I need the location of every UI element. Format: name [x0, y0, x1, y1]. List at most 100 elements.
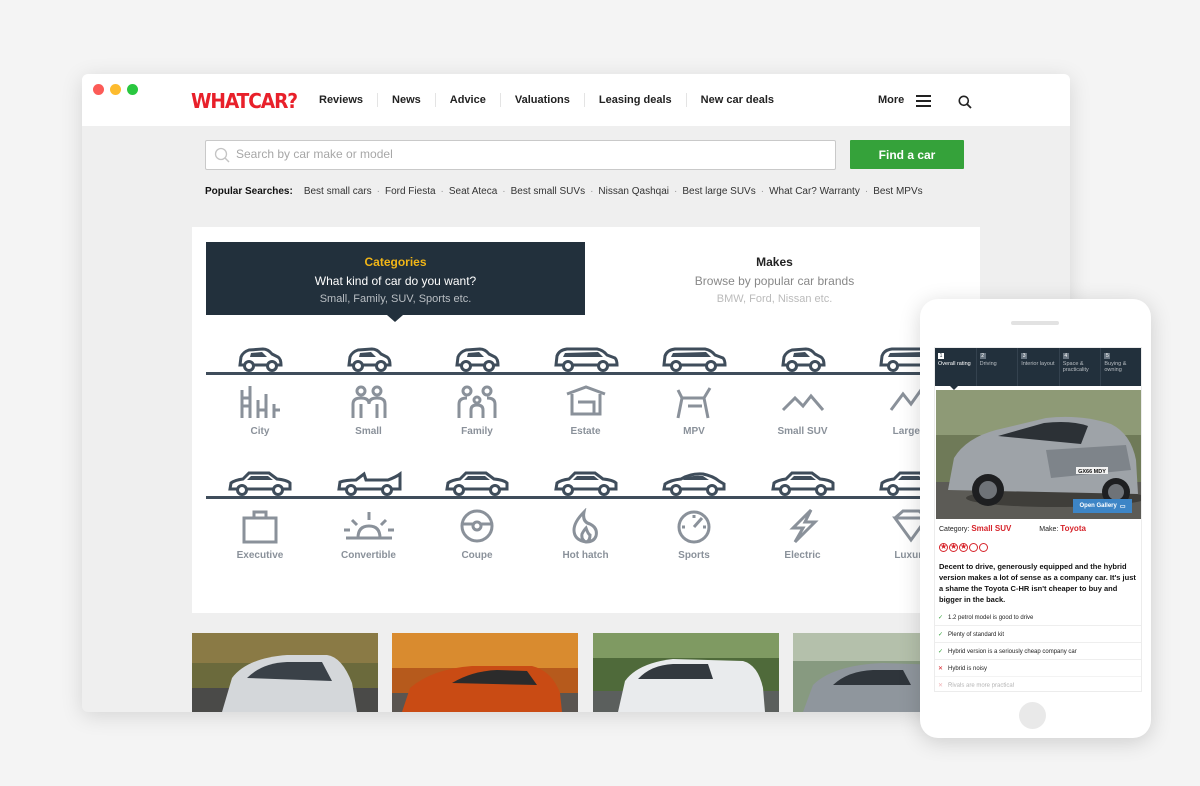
star-filled-icon — [939, 542, 948, 552]
makes-tab-subtitle: Browse by popular car brands — [694, 274, 855, 288]
star-filled-icon — [949, 542, 958, 552]
make-label: Make: — [1039, 526, 1059, 533]
check-icon: ✓ — [938, 649, 944, 655]
star-empty-icon — [969, 543, 978, 552]
category-label: Executive — [236, 550, 284, 561]
tab-categories[interactable]: Categories What kind of car do you want?… — [206, 242, 585, 322]
category-label: Small SUV — [777, 426, 828, 437]
car-silhouette-icon — [661, 468, 727, 501]
search-icon[interactable] — [958, 95, 972, 109]
window-controls — [93, 84, 138, 95]
tab-number: 3 — [1021, 353, 1028, 359]
maximize-dot[interactable] — [127, 84, 138, 95]
nav-news[interactable]: News — [377, 93, 435, 107]
popular-search-link[interactable]: Best MPVs — [868, 186, 927, 197]
category-link[interactable]: Small SUV — [971, 524, 1011, 533]
nav-new-car-deals[interactable]: New car deals — [685, 93, 788, 107]
nav-leasing-deals[interactable]: Leasing deals — [583, 93, 686, 107]
estate-icon — [564, 384, 608, 425]
star-empty-icon — [979, 543, 988, 552]
category-coupe[interactable]: Coupe — [423, 460, 531, 570]
category-label: Estate — [570, 426, 601, 437]
briefcase-icon — [238, 508, 282, 549]
category-mpv[interactable]: MPV — [640, 337, 748, 447]
popular-search-link[interactable]: Ford Fiesta — [380, 186, 441, 197]
tab-makes[interactable]: Makes Browse by popular car brands BMW, … — [585, 242, 964, 315]
star-rating — [939, 542, 988, 552]
car-silhouette-icon — [553, 344, 619, 377]
car-silhouette-icon — [661, 344, 727, 377]
review-tab[interactable]: 2 Driving — [977, 348, 1019, 386]
popular-search-link[interactable]: What Car? Warranty — [764, 186, 865, 197]
find-a-car-button[interactable]: Find a car — [850, 140, 964, 169]
car-silhouette-icon — [336, 468, 402, 501]
article-thumbnail[interactable] — [392, 633, 578, 712]
home-button[interactable] — [1019, 702, 1046, 729]
category-label: Hot hatch — [562, 550, 609, 561]
nav-reviews[interactable]: Reviews — [307, 93, 377, 107]
speedometer-icon — [672, 508, 716, 549]
categories-tab-subtitle: What kind of car do you want? — [314, 274, 477, 288]
tab-number: 4 — [1062, 353, 1069, 359]
popular-search-link[interactable]: Nissan Qashqai — [593, 186, 674, 197]
tab-number: 2 — [979, 353, 986, 359]
phone-speaker — [1011, 321, 1059, 325]
article-thumbnail[interactable] — [192, 633, 378, 712]
number-plate: GX66 MDY — [1078, 469, 1106, 475]
star-filled-icon — [959, 542, 968, 552]
tab-label: Driving — [979, 361, 997, 367]
people-pair-icon — [347, 384, 391, 425]
review-meta: Category: Small SUV Make: Toyota — [939, 524, 1086, 533]
category-small-suv[interactable]: Small SUV — [749, 337, 857, 447]
category-family[interactable]: Family — [423, 337, 531, 447]
whatcar-logo[interactable]: WHATCAR? — [191, 89, 298, 113]
car-silhouette-icon — [237, 344, 283, 377]
review-tab[interactable]: 3 Interior layout — [1018, 348, 1060, 386]
close-dot[interactable] — [93, 84, 104, 95]
popular-search-link[interactable]: Best small cars — [299, 186, 377, 197]
tab-label: Space & practicality — [1062, 361, 1089, 373]
category-label: Family — [461, 426, 493, 437]
sunrise-icon — [342, 508, 396, 549]
category-small[interactable]: Small — [315, 337, 423, 447]
popular-search-link[interactable]: Best large SUVs — [677, 186, 760, 197]
more-menu-label[interactable]: More — [878, 94, 904, 106]
popular-search-link[interactable]: Seat Ateca — [444, 186, 502, 197]
category-executive[interactable]: Executive — [206, 460, 314, 570]
review-tabs: 1 Overall rating 2 Driving 3 Interior layout 4… — [935, 348, 1141, 386]
popular-search-link[interactable]: Best small SUVs — [506, 186, 590, 197]
category-hot-hatch[interactable]: Hot hatch — [532, 460, 640, 570]
verdict-text: Decent to drive, generously equipped and… — [939, 562, 1136, 604]
tab-number: 5 — [1104, 353, 1111, 359]
category-city[interactable]: City — [206, 337, 314, 447]
nav-valuations[interactable]: Valuations — [499, 93, 584, 107]
categories-tab-title: Categories — [364, 255, 427, 269]
check-icon: ✓ — [938, 615, 944, 621]
category-electric[interactable]: Electric — [749, 460, 857, 570]
category-label: City — [250, 426, 270, 437]
car-silhouette-icon — [780, 344, 826, 377]
category-convertible[interactable]: Convertible — [315, 460, 423, 570]
category-estate[interactable]: Estate — [532, 337, 640, 447]
car-silhouette-icon — [454, 344, 500, 377]
minimize-dot[interactable] — [110, 84, 121, 95]
category-label: Coupe — [461, 550, 493, 561]
search-input[interactable] — [236, 147, 796, 161]
open-gallery-button[interactable]: Open Gallery ▭ — [1073, 499, 1132, 513]
car-search-field[interactable] — [205, 140, 836, 170]
category-sports[interactable]: Sports — [640, 460, 748, 570]
car-silhouette-icon — [770, 468, 836, 501]
hamburger-icon[interactable] — [916, 95, 931, 107]
tab-number: 1 — [938, 353, 944, 359]
category-label: Electric — [784, 550, 821, 561]
check-icon: ✓ — [938, 632, 944, 638]
make-link[interactable]: Toyota — [1060, 524, 1086, 533]
review-tab[interactable]: 5 Buying & owning — [1101, 348, 1141, 386]
article-thumbnail[interactable] — [593, 633, 779, 712]
review-tab[interactable]: 4 Space & practicality — [1060, 348, 1102, 386]
mpv-icon — [672, 384, 716, 425]
review-tab[interactable]: 1 Overall rating — [935, 348, 977, 386]
pro-item: ✓ 1.2 petrol model is good to drive — [935, 610, 1141, 626]
categories-tab-hint: Small, Family, SUV, Sports etc. — [319, 293, 472, 305]
nav-advice[interactable]: Advice — [434, 93, 500, 107]
